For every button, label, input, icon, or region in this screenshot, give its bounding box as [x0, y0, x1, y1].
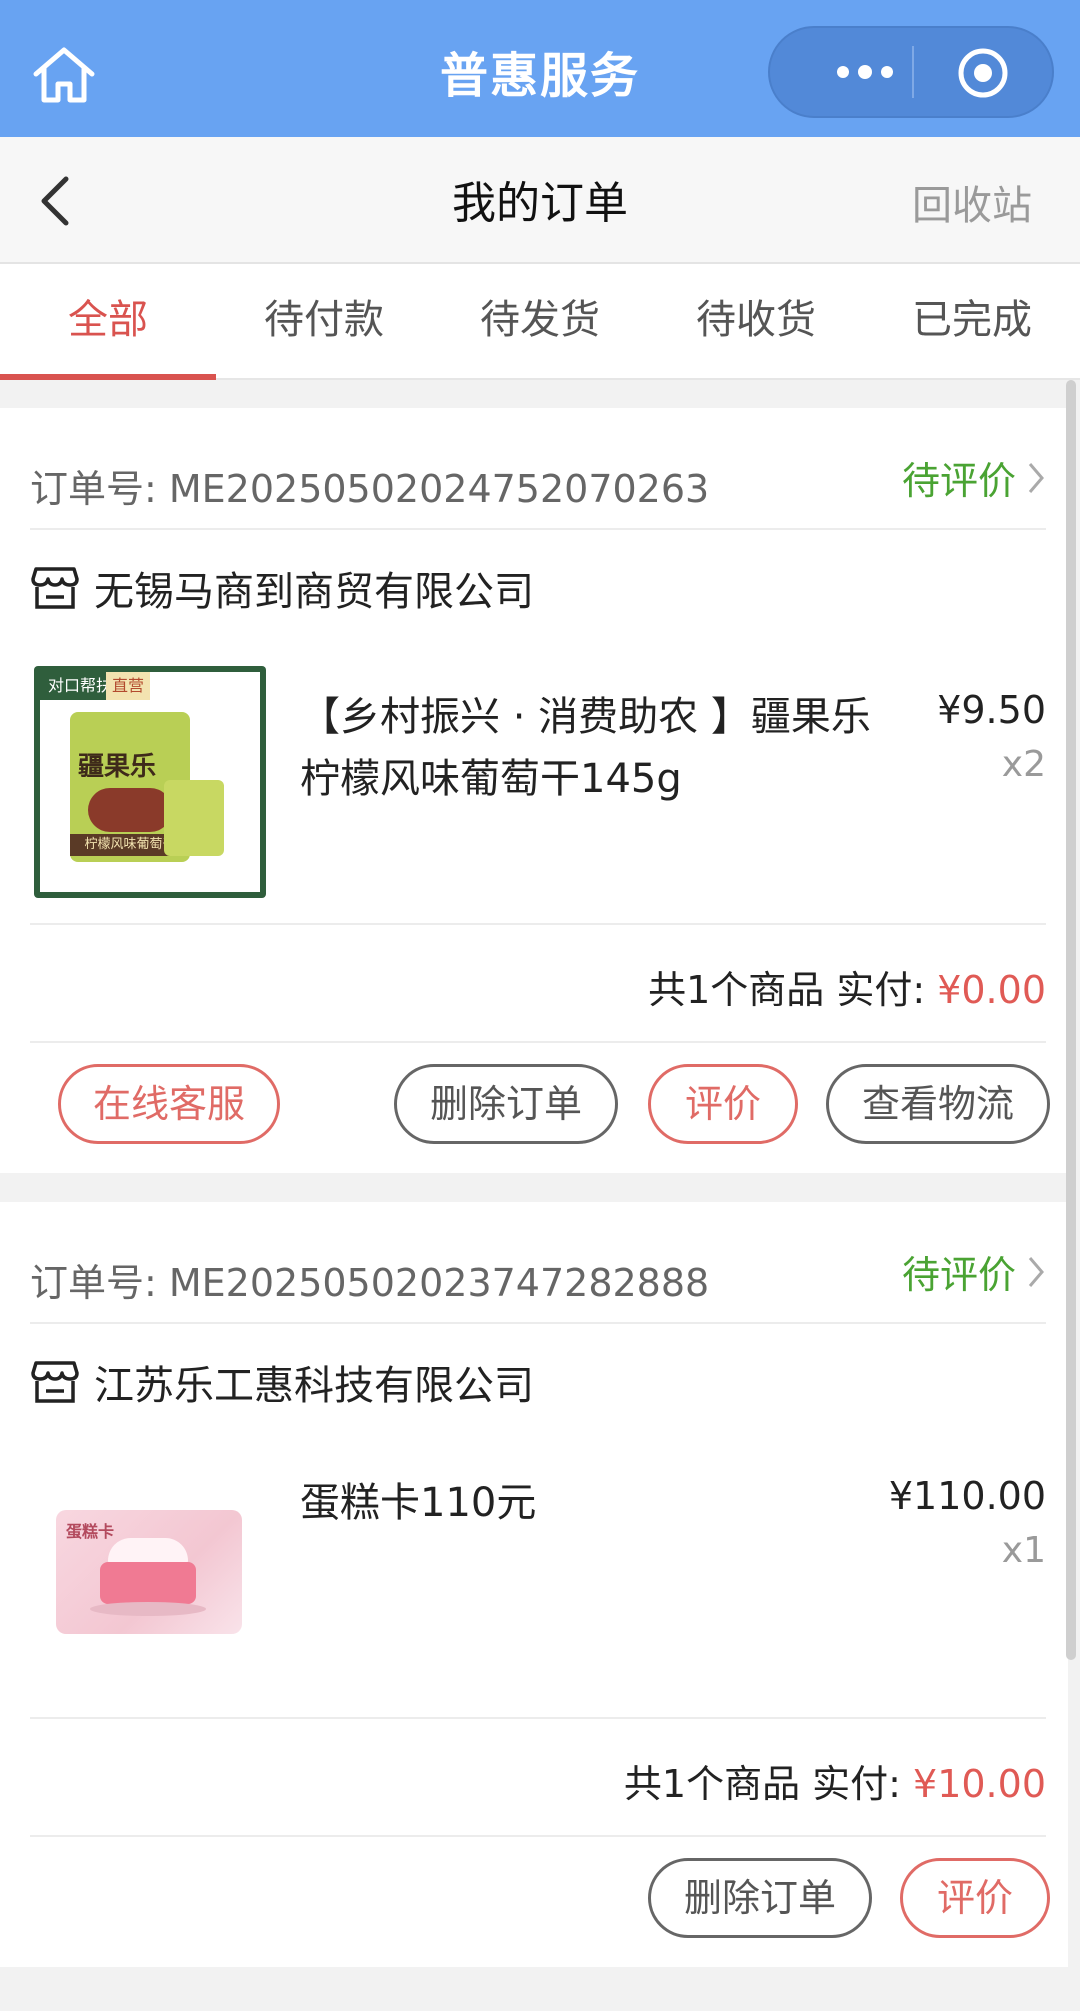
- product-price: ¥110.00: [888, 1474, 1046, 1518]
- cake-top-graphic: [108, 1538, 188, 1564]
- raisins-graphic: [88, 788, 172, 832]
- mini-program-capsule: [768, 26, 1054, 118]
- order-status[interactable]: 待评价: [902, 1244, 1046, 1299]
- review-button[interactable]: 评价: [900, 1858, 1050, 1938]
- order-number: 订单号: ME2025050202374728288​8: [30, 1261, 710, 1305]
- app-bar: 普惠服务: [0, 0, 1080, 137]
- small-package-image: [164, 780, 224, 856]
- scrollbar[interactable]: [1066, 380, 1076, 1660]
- review-button[interactable]: 评价: [648, 1064, 798, 1144]
- store-icon: [31, 1361, 79, 1403]
- summary-text: 共1个商品 实付: ¥10.00: [624, 1753, 1046, 1808]
- tab-all[interactable]: 全部: [0, 264, 216, 380]
- chevron-right-icon: [1028, 462, 1044, 493]
- delete-order-button[interactable]: 删除订单: [648, 1858, 872, 1938]
- cake-plate-graphic: [90, 1602, 206, 1616]
- more-icon[interactable]: [810, 28, 920, 116]
- page-header: 我的订单 回收站: [0, 137, 1080, 264]
- paid-amount: ¥0.00: [937, 968, 1046, 1012]
- summary-text: 共1个商品 实付: ¥0.00: [648, 959, 1046, 1014]
- delete-order-button[interactable]: 删除订单: [394, 1064, 618, 1144]
- order-summary: 共1个商品 实付: ¥10.00: [30, 1717, 1046, 1837]
- paid-amount: ¥10.00: [913, 1762, 1046, 1806]
- tab-pending-payment[interactable]: 待付款: [216, 264, 432, 378]
- order-status[interactable]: 待评价: [902, 450, 1046, 505]
- order-card: 订单号: ME2025050202475207026​3 待评价 无锡马商到商贸…: [0, 408, 1068, 1173]
- order-summary: 共1个商品 实付: ¥0.00: [30, 923, 1046, 1043]
- order-card: 订单号: ME2025050202374728288​8 待评价 江苏乐工惠科技…: [0, 1202, 1068, 1967]
- shop-name: 江苏乐工惠科技有限公司: [94, 1363, 534, 1409]
- product-name[interactable]: 【乡村振兴 · 消费助农 】疆果乐柠檬风味葡萄干145g: [300, 686, 900, 810]
- store-icon: [31, 567, 79, 609]
- product-price: ¥9.50: [937, 688, 1046, 732]
- order-number: 订单号: ME2025050202475207026​3: [30, 467, 710, 511]
- shop-row[interactable]: 江苏乐工惠科技有限公司: [30, 1352, 534, 1412]
- capsule-divider: [912, 46, 914, 98]
- package-brand: 疆果乐: [78, 752, 157, 782]
- order-header: 订单号: ME2025050202475207026​3 待评价: [30, 428, 1046, 530]
- view-logistics-button[interactable]: 查看物流: [826, 1064, 1050, 1144]
- order-header: 订单号: ME2025050202374728288​8 待评价: [30, 1222, 1046, 1324]
- product-badge-right: 直营: [106, 672, 151, 700]
- online-service-button[interactable]: 在线客服: [58, 1064, 280, 1144]
- order-tabs: 全部 待付款 待发货 待收货 已完成: [0, 264, 1080, 380]
- order-status-label: 待评价: [901, 1253, 1016, 1297]
- summary-prefix: 共1个商品 实付:: [623, 1762, 914, 1806]
- tab-completed[interactable]: 已完成: [864, 264, 1080, 378]
- product-image[interactable]: 蛋糕卡: [56, 1510, 242, 1634]
- product-image[interactable]: 对口帮扶 直营 疆果乐 柠檬风味葡萄干: [34, 666, 266, 898]
- shop-row[interactable]: 无锡马商到商贸有限公司: [30, 558, 534, 618]
- card-label: 蛋糕卡: [66, 1522, 115, 1541]
- summary-prefix: 共1个商品 实付:: [648, 968, 938, 1012]
- recycle-bin-link[interactable]: 回收站: [912, 173, 1032, 231]
- cake-body-graphic: [100, 1562, 196, 1604]
- order-status-label: 待评价: [901, 459, 1016, 503]
- tab-pending-shipment[interactable]: 待发货: [432, 264, 648, 378]
- product-name[interactable]: 蛋糕卡110元: [300, 1472, 900, 1534]
- chevron-right-icon: [1028, 1256, 1044, 1287]
- shop-name: 无锡马商到商贸有限公司: [94, 569, 534, 615]
- product-quantity: x2: [1001, 744, 1046, 785]
- close-target-icon[interactable]: [956, 46, 1010, 100]
- tab-pending-receipt[interactable]: 待收货: [648, 264, 864, 378]
- product-quantity: x1: [1001, 1530, 1046, 1571]
